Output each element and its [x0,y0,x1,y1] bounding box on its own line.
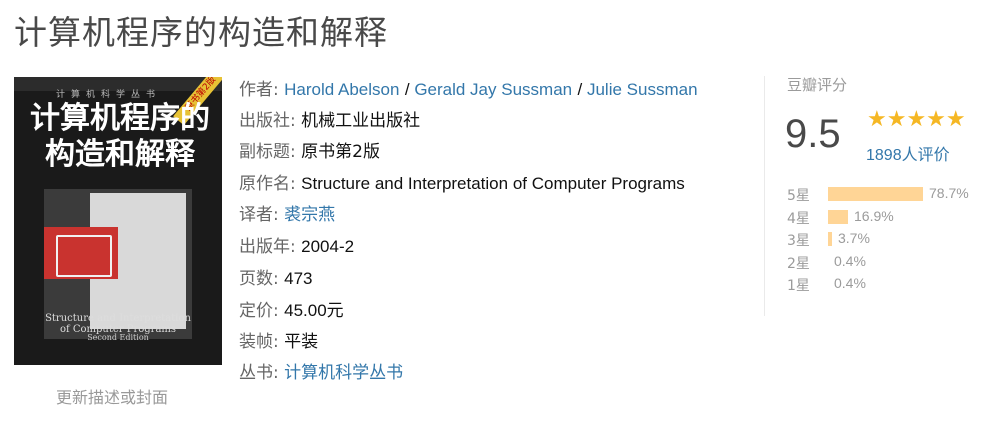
binding-label: 装帧: [239,332,279,352]
info-row-translator: 译者: 裘宗燕 [239,200,739,231]
rating-percent: 0.4% [834,275,866,291]
translator-link[interactable]: 裘宗燕 [284,205,335,225]
rating-row-label: 1星 [787,278,810,294]
rating-bar [828,209,848,224]
rating-score: 9.5 [785,112,841,156]
series-label: 丛书: [239,363,279,383]
rating-percent: 16.9% [854,207,894,224]
votes-count: 1898 [866,147,902,164]
cover-chinese-title: 计算机程序的 构造和解释 [28,101,212,173]
update-cover-link[interactable]: 更新描述或封面 [56,384,168,408]
info-row-pub-year: 出版年: 2004-2 [239,231,739,263]
rating-percent: 3.7% [838,230,870,246]
page-title: 计算机程序的构造和解释 [14,13,388,52]
pages-label: 页数: [239,269,279,289]
info-row-price: 定价: 45.00元 [239,295,739,327]
rating-row-label: 5星 [787,188,810,204]
pub-year-value: 2004-2 [301,237,355,256]
original-title-value: Structure and Interpretation of Computer… [301,174,685,193]
pub-year-label: 出版年: [239,237,296,257]
rating-row-label: 3星 [787,233,810,249]
author-separator: / [404,80,415,99]
book-info: 作者: Harold Abelson / Gerald Jay Sussman … [239,74,739,389]
info-row-pages: 页数: 473 [239,263,739,295]
author-separator: / [577,80,587,99]
rating-row-2: 2星 0.4% [787,252,986,275]
rating-divider [764,76,765,316]
rating-stars-icon: ★★★★★ [867,107,966,132]
book-cover-image[interactable]: 计算机科学丛书 原书第2版 计算机程序的 构造和解释 Structure and… [14,77,222,365]
subtitle-label: 副标题: [239,142,296,162]
info-row-author: 作者: Harold Abelson / Gerald Jay Sussman … [239,74,739,106]
rating-row-label: 2星 [787,255,810,272]
cover-series-text: 计算机科学丛书 [56,90,162,100]
author-link-1[interactable]: Harold Abelson [284,80,399,99]
price-value: 45.00元 [284,301,344,320]
price-label: 定价: [239,301,279,321]
author-link-3[interactable]: Julie Sussman [587,80,698,99]
subtitle-value: 原书第2版 [301,142,380,162]
rating-row-3: 3星 3.7% [787,229,986,252]
binding-value: 平装 [284,332,319,352]
original-title-label: 原作名: [239,174,296,194]
info-row-original-title: 原作名: Structure and Interpretation of Com… [239,168,739,200]
author-label: 作者: [239,80,279,100]
rating-bar [828,232,832,246]
info-row-publisher: 出版社: 机械工业出版社 [239,106,739,137]
author-link-2[interactable]: Gerald Jay Sussman [414,80,572,99]
cover-en-title-line-1: Structure and Interpretation [45,313,191,324]
rating-percent: 78.7% [929,185,969,201]
rating-distribution: 5星 78.7% 4星 16.9% 3星 3.7% 2星 0.4% 1星 0.4… [787,184,986,297]
pages-value: 473 [284,269,313,288]
info-row-binding: 装帧: 平装 [239,327,739,358]
cover-figure-drawing [56,235,112,277]
votes-unit: 人评价 [901,145,950,164]
rating-label: 豆瓣评分 [787,76,848,94]
info-row-series: 丛书: 计算机科学丛书 [239,358,739,389]
info-row-subtitle: 副标题: 原书第2版 [239,137,739,168]
cover-english-title: Structure and Interpretation of Computer… [24,313,212,335]
cover-edition: Second Edition [87,333,149,342]
publisher-value: 机械工业出版社 [301,111,421,131]
rating-percent: 0.4% [834,252,866,269]
cover-title-line-1: 计算机程序的 [30,101,210,136]
rating-row-1: 1星 0.4% [787,274,986,297]
rating-row-4: 4星 16.9% [787,207,986,230]
translator-label: 译者: [239,205,279,225]
rating-votes-link[interactable]: 1898人评价 [866,141,950,165]
cover-title-line-2: 构造和解释 [45,137,195,172]
rating-bar [828,187,923,201]
rating-row-label: 4星 [787,210,810,227]
rating-row-5: 5星 78.7% [787,184,986,207]
series-link[interactable]: 计算机科学丛书 [284,363,403,383]
publisher-label: 出版社: [239,111,296,131]
